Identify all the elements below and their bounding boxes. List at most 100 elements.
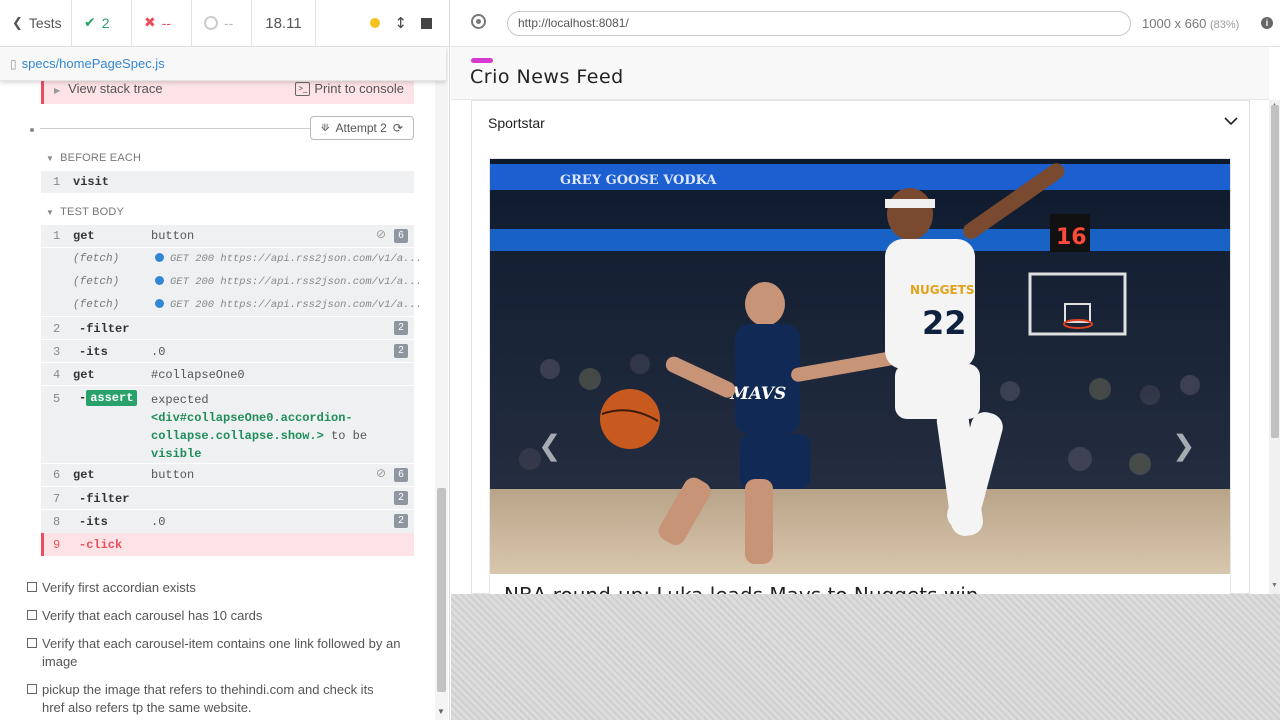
chevron-down-icon[interactable] — [1223, 113, 1239, 129]
test-item[interactable]: Verify first accordian exists — [27, 579, 397, 597]
running-indicator-icon — [370, 18, 381, 28]
caret-down-icon: ▼ — [46, 154, 55, 163]
command-name: -filter — [79, 322, 130, 336]
hidden-eye-icon: ⊘ — [375, 227, 386, 241]
x-icon: ✖ — [144, 15, 156, 31]
test-body-label: TEST BODY — [60, 206, 125, 218]
attempt-divider — [40, 128, 310, 129]
spec-path-link[interactable]: specs/homePageSpec.js — [22, 56, 165, 71]
command-row[interactable]: 4 get #collapseOne0 — [41, 363, 414, 386]
runner-scrollbar-thumb[interactable] — [437, 488, 446, 692]
viewport-size: 1000 x 660 (83%) — [1142, 16, 1239, 31]
scroll-down-arrow-icon[interactable]: ▼ — [437, 707, 445, 716]
command-name: visit — [73, 175, 110, 189]
failed-command-row[interactable]: 9 -click — [41, 533, 414, 556]
assertion-message: expected <div#collapseOne0.accordion- co… — [151, 391, 406, 463]
app-scrollbar-thumb[interactable] — [1271, 105, 1279, 438]
fetch-message: GET 200 https://api.rss2json.com/v1/a... — [155, 276, 422, 288]
pending-count: -- — [224, 15, 234, 31]
jersey-left-text: MAVS — [729, 384, 786, 404]
test-item[interactable]: Verify that each carousel-item contains … — [27, 635, 402, 671]
test-bullet-icon — [30, 128, 34, 132]
test-item[interactable]: Verify that each carousel has 10 cards — [27, 607, 397, 625]
command-row[interactable]: 6 get button ⊘ 6 — [41, 464, 414, 487]
caret-down-icon: ▼ — [46, 208, 55, 217]
assert-value: visible — [151, 447, 202, 461]
news-image[interactable]: GREY GOOSE VODKA 16 MAVS NUGGETS 22 ❮ ❯ — [490, 159, 1230, 574]
test-title: Verify that each carousel-item contains … — [42, 636, 401, 669]
tests-back-button[interactable]: ❮ Tests — [0, 0, 72, 46]
test-item[interactable]: pickup the image that refers to thehindi… — [27, 681, 387, 717]
carousel-prev-icon[interactable]: ❮ — [538, 429, 561, 462]
before-each-header[interactable]: ▼ BEFORE EACH — [46, 152, 141, 164]
fetch-url: GET 200 https://api.rss2json.com/v1/a... — [170, 299, 423, 311]
element-count-badge: 2 — [394, 321, 408, 335]
command-name: get — [73, 229, 95, 243]
command-number: 3 — [53, 345, 61, 359]
app-preview-panel: http://localhost:8081/ 1000 x 660 (83%) … — [451, 0, 1280, 720]
test-body-header[interactable]: ▼ TEST BODY — [46, 206, 124, 218]
application-iframe: Crio News Feed Sportstar GREY GOOSE VODK… — [451, 47, 1280, 594]
attempt-toggle[interactable]: ⟱ Attempt 2 ⟳ — [310, 116, 414, 140]
fetch-row[interactable]: (fetch) GET 200 https://api.rss2json.com… — [41, 248, 422, 271]
spec-file-bar: ▯ specs/homePageSpec.js — [0, 47, 446, 81]
test-title: Verify that each carousel has 10 cards — [42, 608, 263, 623]
command-number: 8 — [53, 515, 61, 529]
stop-button[interactable] — [421, 17, 432, 29]
passed-stat: ✔ 2 — [72, 0, 132, 46]
news-headline[interactable]: NBA round-up: Luka leads Mavs to Nuggets… — [504, 583, 978, 594]
command-number: 2 — [53, 322, 61, 336]
scroll-down-arrow-icon[interactable]: ▼ — [1271, 582, 1278, 589]
command-message: button — [151, 468, 195, 482]
element-count-badge: 2 — [394, 344, 408, 358]
assert-verb: to be — [331, 429, 368, 443]
passed-count: 2 — [101, 15, 110, 31]
command-number: 9 — [53, 538, 61, 552]
carousel-next-icon[interactable]: ❯ — [1172, 429, 1195, 462]
fetch-url: GET 200 https://api.rss2json.com/v1/a... — [170, 276, 423, 288]
address-bar: http://localhost:8081/ 1000 x 660 (83%) … — [451, 0, 1280, 47]
brand-accent-bar — [471, 58, 493, 63]
basketball-photo: GREY GOOSE VODKA 16 MAVS NUGGETS 22 — [490, 159, 1230, 574]
element-count-badge: 2 — [394, 491, 408, 505]
command-row[interactable]: 2 -filter 2 — [41, 317, 414, 340]
assertion-row[interactable]: 5 - assert expected <div#collapseOne0.acc… — [41, 386, 414, 464]
fetch-row[interactable]: (fetch) GET 200 https://api.rss2json.com… — [41, 294, 422, 317]
command-row[interactable]: 3 -its .0 2 — [41, 340, 414, 363]
command-number: 5 — [53, 392, 61, 406]
command-row[interactable]: 7 -filter 2 — [41, 487, 414, 510]
auto-scroll-icon[interactable]: ↕ — [394, 14, 407, 32]
shot-clock-text: 16 — [1056, 225, 1087, 250]
retry-icon: ⟳ — [392, 121, 403, 135]
request-status-dot-icon — [155, 253, 164, 262]
tests-label: Tests — [28, 15, 62, 31]
selector-playground-icon[interactable] — [471, 14, 486, 29]
failed-stat: ✖ -- — [132, 0, 192, 46]
info-icon[interactable]: i — [1261, 17, 1273, 29]
command-number: 4 — [53, 368, 61, 382]
arena-banner-text: GREY GOOSE VODKA — [560, 173, 717, 188]
command-message: .0 — [151, 345, 166, 359]
assert-expected: expected — [151, 393, 209, 407]
runner-header: ❮ Tests ✔ 2 ✖ -- -- 18.11 ↕ — [0, 0, 449, 47]
file-icon: ▯ — [10, 56, 17, 71]
command-row[interactable]: 8 -its .0 2 — [41, 510, 414, 533]
command-row[interactable]: 1 get button ⊘ 6 — [41, 225, 414, 248]
command-name: get — [73, 368, 95, 382]
accordion-button[interactable]: Sportstar — [488, 115, 545, 131]
command-name: -its — [79, 345, 108, 359]
fetch-url: GET 200 https://api.rss2json.com/v1/a... — [170, 253, 423, 265]
command-row[interactable]: 1 visit — [41, 171, 414, 193]
fetch-row[interactable]: (fetch) GET 200 https://api.rss2json.com… — [41, 271, 422, 294]
collapse-icon: ⟱ — [321, 122, 330, 134]
fetch-label: (fetch) — [73, 276, 120, 288]
duration: 18.11 — [252, 0, 316, 46]
request-status-dot-icon — [155, 276, 164, 285]
command-name: -click — [79, 538, 123, 552]
command-name: -filter — [79, 492, 130, 506]
view-stack-trace-toggle[interactable]: ▶ View stack trace — [54, 81, 163, 96]
print-to-console-button[interactable]: >_ Print to console — [295, 81, 404, 96]
viewport-dimensions: 1000 x 660 — [1142, 16, 1207, 31]
request-status-dot-icon — [155, 299, 164, 308]
url-display[interactable]: http://localhost:8081/ — [507, 11, 1131, 36]
